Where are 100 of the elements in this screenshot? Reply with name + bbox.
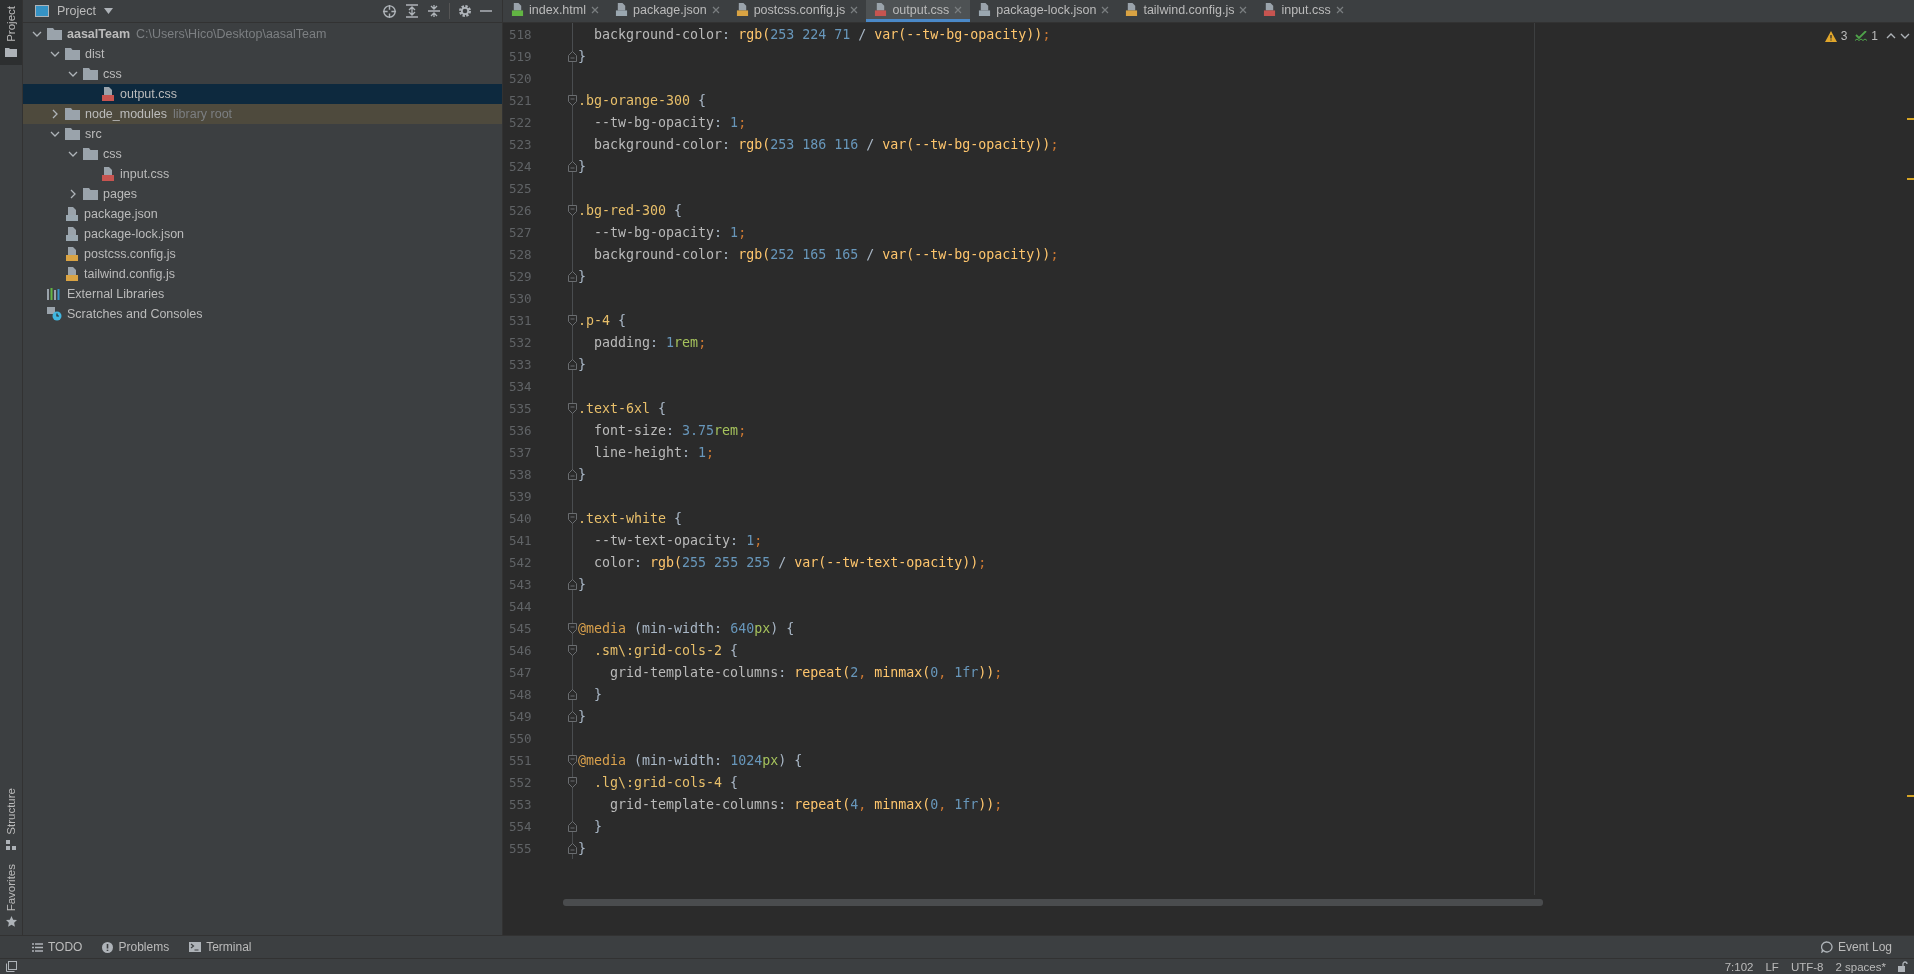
tool-window-button[interactable]: TODO <box>32 940 83 954</box>
chevron-down-icon[interactable] <box>1900 33 1910 39</box>
chevron-down-icon[interactable] <box>50 51 60 57</box>
code-line: } <box>578 708 586 724</box>
tree-item[interactable]: pages <box>23 184 502 204</box>
editor-tab[interactable]: tailwind.config.js <box>1117 0 1256 22</box>
code-line: --tw-bg-opacity: 1; <box>593 224 747 240</box>
fold-icon[interactable] <box>567 622 577 634</box>
line-separator[interactable]: LF <box>1765 960 1779 973</box>
editor-tab[interactable]: package-lock.json <box>970 0 1118 22</box>
close-icon[interactable] <box>591 5 599 14</box>
tree-item[interactable]: tailwind.config.js <box>23 264 502 284</box>
tree-item[interactable]: package.json <box>23 204 502 224</box>
tool-window-tab[interactable]: Project <box>0 0 22 65</box>
line-number: 550 <box>508 730 533 746</box>
line-number: 549 <box>508 708 533 724</box>
code-line: } <box>578 268 586 284</box>
close-icon[interactable] <box>1239 5 1248 14</box>
expand-all-icon[interactable] <box>405 4 419 18</box>
event-log-button[interactable]: Event Log <box>1820 940 1892 954</box>
file-icon <box>65 207 79 221</box>
tree-item[interactable]: aasalTeam C:\Users\Hico\Desktop\aasalTeam <box>23 24 502 44</box>
tree-item[interactable]: External Libraries <box>23 284 502 304</box>
close-icon[interactable] <box>1335 5 1344 14</box>
code-line: @media (min-width: 640px) { <box>578 620 795 636</box>
tree-hint: library root <box>173 107 233 121</box>
tree-item[interactable]: postcss.config.js <box>23 244 502 264</box>
tool-window-tab[interactable]: Structure <box>0 782 22 858</box>
file-encoding[interactable]: UTF-8 <box>1790 960 1824 973</box>
caret-position[interactable]: 7:102 <box>1724 960 1754 973</box>
chevron-right-icon[interactable] <box>52 109 58 119</box>
fold-icon[interactable] <box>567 50 577 62</box>
code-line: --tw-bg-opacity: 1; <box>593 114 747 130</box>
tree-label: package-lock.json <box>84 227 185 241</box>
chevron-down-icon[interactable] <box>50 131 60 137</box>
editor-tab[interactable]: input.css <box>1255 0 1352 22</box>
line-number: 533 <box>508 356 533 372</box>
chevron-up-icon[interactable] <box>1886 33 1896 39</box>
tool-window-tab[interactable]: Favorites <box>0 857 22 935</box>
fold-icon[interactable] <box>567 402 577 414</box>
settings-icon[interactable] <box>458 4 472 18</box>
fold-icon[interactable] <box>567 94 577 106</box>
close-icon[interactable] <box>954 5 963 14</box>
chevron-down-icon[interactable] <box>68 71 78 77</box>
fold-icon[interactable] <box>567 776 577 788</box>
tree-item[interactable]: css <box>23 64 502 84</box>
fold-icon[interactable] <box>567 358 577 370</box>
tree-item[interactable]: dist <box>23 44 502 64</box>
warning-icon[interactable] <box>1824 30 1837 42</box>
tree-item[interactable]: input.css <box>23 164 502 184</box>
tree-item[interactable]: css <box>23 144 502 164</box>
chevron-right-icon[interactable] <box>70 189 76 199</box>
folder-icon <box>83 188 98 200</box>
fold-icon[interactable] <box>567 754 577 766</box>
fold-icon[interactable] <box>567 644 577 656</box>
line-number: 542 <box>508 554 533 570</box>
close-icon[interactable] <box>1101 5 1110 14</box>
tree-item[interactable]: node_modules library root <box>23 104 502 124</box>
fold-icon[interactable] <box>567 842 577 854</box>
line-number: 543 <box>508 576 533 592</box>
close-icon[interactable] <box>711 5 720 14</box>
editor-tab[interactable]: output.css <box>866 0 971 22</box>
star-icon <box>5 916 17 927</box>
fold-icon[interactable] <box>567 314 577 326</box>
tool-window-button[interactable]: Terminal <box>189 940 252 954</box>
fold-icon[interactable] <box>567 578 577 590</box>
fold-icon[interactable] <box>567 688 577 700</box>
tree-item[interactable]: src <box>23 124 502 144</box>
panel-title[interactable]: Project <box>57 4 96 18</box>
line-number: 544 <box>508 598 533 614</box>
code-line: .bg-orange-300 { <box>578 92 707 108</box>
weak-warning-count: 1 <box>1871 29 1878 43</box>
fold-icon[interactable] <box>567 160 577 172</box>
tree-item[interactable]: output.css <box>23 84 502 104</box>
fold-icon[interactable] <box>567 820 577 832</box>
fold-icon[interactable] <box>567 204 577 216</box>
tree-item[interactable]: package-lock.json <box>23 224 502 244</box>
fold-icon[interactable] <box>567 512 577 524</box>
check-icon[interactable] <box>1855 30 1868 42</box>
caret-icon[interactable] <box>103 8 113 14</box>
fold-icon[interactable] <box>567 710 577 722</box>
editor-tab[interactable]: postcss.config.js <box>727 0 867 22</box>
chevron-down-icon[interactable] <box>32 31 42 37</box>
tree-label: css <box>103 67 122 81</box>
lock-icon[interactable] <box>1898 961 1908 972</box>
tool-window-button[interactable]: Problems <box>102 940 170 954</box>
editor-tab[interactable]: package.json <box>607 0 728 22</box>
scrollbar-thumb[interactable] <box>563 899 1543 906</box>
close-icon[interactable] <box>850 5 859 14</box>
indent-setting[interactable]: 2 spaces* <box>1835 960 1886 973</box>
editor-tab[interactable]: index.html <box>503 0 607 22</box>
collapse-all-icon[interactable] <box>427 4 441 18</box>
chevron-down-icon[interactable] <box>68 151 78 157</box>
folder-icon <box>65 108 80 120</box>
crosshair-icon[interactable] <box>382 3 397 19</box>
panel-toggle-icon[interactable] <box>6 961 17 972</box>
folder-icon <box>47 28 62 40</box>
tree-item[interactable]: Scratches and Consoles <box>23 304 502 324</box>
fold-icon[interactable] <box>567 270 577 282</box>
fold-icon[interactable] <box>567 468 577 480</box>
